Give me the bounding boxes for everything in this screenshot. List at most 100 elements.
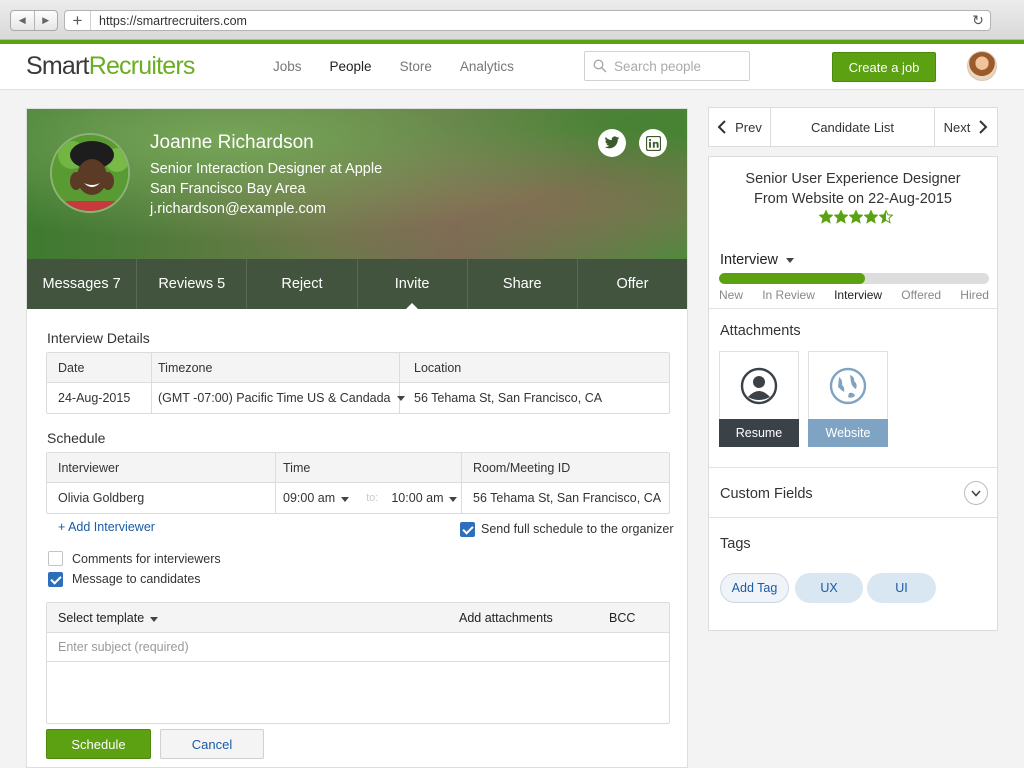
main-nav: Jobs People Store Analytics	[273, 59, 542, 74]
active-tab-caret	[405, 303, 420, 310]
time-from-value: 09:00 am	[283, 491, 336, 505]
nav-jobs[interactable]: Jobs	[273, 59, 302, 74]
reload-icon[interactable]: ↻	[966, 12, 990, 29]
url-text[interactable]: https://smartrecruiters.com	[91, 14, 966, 28]
candidate-list-button[interactable]: Candidate List	[771, 108, 935, 146]
invite-tab-label: Invite	[394, 276, 430, 292]
cancel-button[interactable]: Cancel	[160, 729, 264, 759]
interviewer-field[interactable]: Olivia Goldberg	[47, 483, 276, 513]
comments-checkbox[interactable]	[48, 551, 63, 566]
custom-fields-title[interactable]: Custom Fields	[720, 486, 813, 502]
time-from-select[interactable]: 09:00 am	[283, 491, 350, 505]
time-to-select[interactable]: 10:00 am	[391, 491, 458, 505]
time-range: 09:00 am to: 10:00 am	[276, 483, 462, 513]
table-row: Olivia Goldberg 09:00 am to: 10:00 am 56…	[47, 483, 669, 513]
back-icon[interactable]: ◀	[11, 11, 35, 30]
send-schedule-label: Send full schedule to the organizer	[481, 522, 674, 536]
room-field[interactable]: 56 Tehama St, San Francisco, CA	[462, 483, 669, 513]
logo-part-recruiters: Recruiters	[88, 52, 196, 80]
schedule-title: Schedule	[47, 430, 106, 446]
message-body-input[interactable]	[47, 662, 669, 723]
chevron-down-icon	[449, 497, 458, 502]
share-tab[interactable]: Share	[468, 259, 578, 309]
composer-toolbar: Select template Add attachments BCC	[47, 603, 669, 633]
chevron-right-icon	[979, 120, 988, 134]
job-title[interactable]: Senior User Experience Designer	[709, 171, 997, 187]
date-field[interactable]: 24-Aug-2015	[47, 383, 152, 413]
timezone-select[interactable]: (GMT -07:00) Pacific Time US & Candada	[152, 383, 405, 413]
divider	[709, 308, 997, 309]
select-template-dropdown[interactable]: Select template	[58, 611, 159, 625]
rating-stars	[819, 210, 893, 224]
user-avatar[interactable]	[967, 51, 997, 81]
tag-ui[interactable]: UI	[867, 573, 936, 603]
chevron-down-icon	[786, 257, 795, 263]
stage-dropdown[interactable]: Interview	[720, 252, 795, 268]
candidate-email[interactable]: j.richardson@example.com	[150, 201, 326, 217]
reject-tab[interactable]: Reject	[247, 259, 358, 309]
time-to-value: 10:00 am	[391, 491, 444, 505]
star-icon	[879, 210, 893, 224]
table-header-row: Interviewer Time Room/Meeting ID	[47, 453, 669, 483]
app-header: SmartRecruiters Jobs People Store Analyt…	[0, 44, 1024, 90]
twitter-icon[interactable]	[598, 129, 626, 157]
send-schedule-checkbox[interactable]	[460, 522, 475, 537]
message-candidates-checkbox[interactable]	[48, 572, 63, 587]
comments-label: Comments for interviewers	[72, 552, 221, 566]
new-tab-icon[interactable]: +	[65, 11, 91, 30]
add-interviewer-link[interactable]: + Add Interviewer	[58, 520, 155, 534]
message-composer: Select template Add attachments BCC Ente…	[46, 602, 670, 724]
star-icon	[819, 210, 833, 224]
candidate-sidebar: Senior User Experience Designer From Web…	[708, 156, 998, 631]
step-offered[interactable]: Offered	[901, 288, 941, 302]
next-button[interactable]: Next	[935, 108, 997, 146]
expand-toggle[interactable]	[964, 481, 988, 505]
candidate-pager: Prev Candidate List Next	[708, 107, 998, 147]
search-input[interactable]: Search people	[584, 51, 750, 81]
interview-details-title: Interview Details	[47, 330, 150, 346]
prev-button[interactable]: Prev	[709, 108, 771, 146]
create-job-button[interactable]: Create a job	[832, 52, 936, 82]
tags-title: Tags	[720, 536, 751, 552]
timezone-value: (GMT -07:00) Pacific Time US & Candada	[158, 391, 391, 405]
subject-input[interactable]: Enter subject (required)	[47, 633, 669, 662]
nav-analytics[interactable]: Analytics	[460, 59, 514, 74]
candidate-photo	[50, 133, 130, 213]
col-header-timezone: Timezone	[152, 353, 400, 382]
add-attachments-button[interactable]: Add attachments	[459, 611, 553, 625]
add-tag-button[interactable]: Add Tag	[720, 573, 789, 603]
table-row: 24-Aug-2015 (GMT -07:00) Pacific Time US…	[47, 383, 669, 413]
profile-banner: Joanne Richardson Senior Interaction Des…	[27, 109, 687, 259]
step-hired[interactable]: Hired	[960, 288, 989, 302]
location-field[interactable]: 56 Tehama St, San Francisco, CA	[400, 383, 669, 413]
linkedin-icon[interactable]	[639, 129, 667, 157]
subject-placeholder: Enter subject (required)	[58, 640, 189, 654]
tag-ux[interactable]: UX	[795, 573, 863, 603]
reviews-tab[interactable]: Reviews 5	[137, 259, 248, 309]
table-header-row: Date Timezone Location	[47, 353, 669, 383]
messages-tab-label: Messages 7	[42, 276, 121, 292]
offer-tab[interactable]: Offer	[578, 259, 687, 309]
attachments-title: Attachments	[720, 323, 801, 339]
browser-chrome: ◀ ▶ + https://smartrecruiters.com ↻	[0, 0, 1024, 40]
nav-people[interactable]: People	[330, 59, 372, 74]
website-attachment[interactable]: Website	[808, 351, 888, 447]
forward-icon[interactable]: ▶	[35, 11, 58, 30]
step-interview[interactable]: Interview	[834, 288, 882, 302]
candidate-title: Senior Interaction Designer at Apple	[150, 161, 383, 177]
profile-action-bar: Messages 7 Reviews 5 Reject Invite Share…	[27, 259, 687, 310]
resume-attachment[interactable]: Resume	[719, 351, 799, 447]
share-tab-label: Share	[502, 276, 542, 292]
invite-tab[interactable]: Invite	[358, 259, 468, 310]
bcc-button[interactable]: BCC	[609, 611, 635, 625]
schedule-button[interactable]: Schedule	[46, 729, 151, 759]
pipeline-steps: New In Review Interview Offered Hired	[719, 288, 989, 302]
address-bar[interactable]: + https://smartrecruiters.com ↻	[64, 10, 991, 31]
step-new[interactable]: New	[719, 288, 743, 302]
logo[interactable]: SmartRecruiters	[26, 52, 195, 81]
nav-store[interactable]: Store	[400, 59, 432, 74]
search-icon	[593, 59, 607, 73]
step-in-review[interactable]: In Review	[762, 288, 815, 302]
next-label: Next	[943, 119, 971, 135]
messages-tab[interactable]: Messages 7	[27, 259, 138, 309]
